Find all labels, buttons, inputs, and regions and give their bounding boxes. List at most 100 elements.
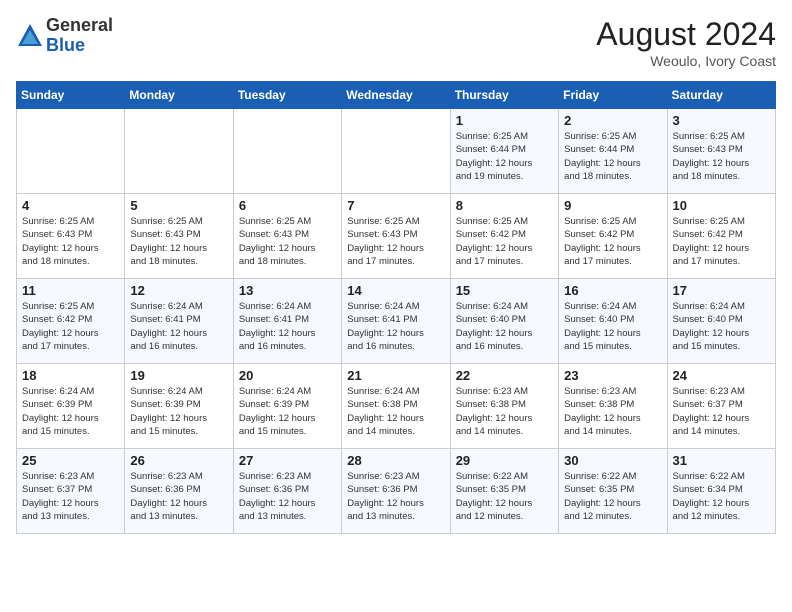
calendar-cell: 8 Sunrise: 6:25 AM Sunset: 6:42 PM Daylig… [450, 194, 558, 279]
day-info: Sunrise: 6:25 AM Sunset: 6:43 PM Dayligh… [130, 215, 227, 268]
calendar-cell: 2 Sunrise: 6:25 AM Sunset: 6:44 PM Daylig… [559, 109, 667, 194]
day-number: 3 [673, 113, 770, 128]
calendar-cell: 1Sunrise: 6:25 AM Sunset: 6:44 PM Daylig… [450, 109, 558, 194]
day-info: Sunrise: 6:23 AM Sunset: 6:38 PM Dayligh… [564, 385, 661, 438]
day-number: 28 [347, 453, 444, 468]
day-number: 15 [456, 283, 553, 298]
calendar-cell: 22Sunrise: 6:23 AM Sunset: 6:38 PM Dayli… [450, 364, 558, 449]
calendar-cell: 10Sunrise: 6:25 AM Sunset: 6:42 PM Dayli… [667, 194, 775, 279]
day-info: Sunrise: 6:24 AM Sunset: 6:41 PM Dayligh… [347, 300, 444, 353]
calendar-cell: 30Sunrise: 6:22 AM Sunset: 6:35 PM Dayli… [559, 449, 667, 534]
header-wednesday: Wednesday [342, 82, 450, 109]
day-info: Sunrise: 6:25 AM Sunset: 6:43 PM Dayligh… [22, 215, 119, 268]
day-info: Sunrise: 6:24 AM Sunset: 6:40 PM Dayligh… [456, 300, 553, 353]
calendar-cell: 17 Sunrise: 6:24 AM Sunset: 6:40 PM Dayli… [667, 279, 775, 364]
calendar-header-row: SundayMondayTuesdayWednesdayThursdayFrid… [17, 82, 776, 109]
logo-text: General Blue [46, 16, 113, 56]
day-number: 16 [564, 283, 661, 298]
calendar-cell: 19 Sunrise: 6:24 AM Sunset: 6:39 PM Dayli… [125, 364, 233, 449]
day-number: 25 [22, 453, 119, 468]
day-number: 19 [130, 368, 227, 383]
day-info: Sunrise: 6:25 AM Sunset: 6:42 PM Dayligh… [22, 300, 119, 353]
day-number: 9 [564, 198, 661, 213]
day-info: Sunrise: 6:25 AM Sunset: 6:44 PM Dayligh… [564, 130, 661, 183]
day-number: 30 [564, 453, 661, 468]
calendar-cell: 28 Sunrise: 6:23 AM Sunset: 6:36 PM Dayli… [342, 449, 450, 534]
header-monday: Monday [125, 82, 233, 109]
calendar-cell: 31Sunrise: 6:22 AM Sunset: 6:34 PM Dayli… [667, 449, 775, 534]
week-row-2: 4 Sunrise: 6:25 AM Sunset: 6:43 PM Daylig… [17, 194, 776, 279]
day-info: Sunrise: 6:23 AM Sunset: 6:36 PM Dayligh… [347, 470, 444, 523]
day-number: 11 [22, 283, 119, 298]
calendar-cell: 13Sunrise: 6:24 AM Sunset: 6:41 PM Dayli… [233, 279, 341, 364]
day-info: Sunrise: 6:23 AM Sunset: 6:38 PM Dayligh… [456, 385, 553, 438]
header-tuesday: Tuesday [233, 82, 341, 109]
week-row-4: 18 Sunrise: 6:24 AM Sunset: 6:39 PM Dayli… [17, 364, 776, 449]
calendar-cell: 7 Sunrise: 6:25 AM Sunset: 6:43 PM Daylig… [342, 194, 450, 279]
week-row-3: 11 Sunrise: 6:25 AM Sunset: 6:42 PM Dayli… [17, 279, 776, 364]
calendar-cell: 12Sunrise: 6:24 AM Sunset: 6:41 PM Dayli… [125, 279, 233, 364]
calendar-cell: 5 Sunrise: 6:25 AM Sunset: 6:43 PM Daylig… [125, 194, 233, 279]
logo-general: General [46, 16, 113, 36]
day-info: Sunrise: 6:25 AM Sunset: 6:43 PM Dayligh… [239, 215, 336, 268]
day-info: Sunrise: 6:24 AM Sunset: 6:39 PM Dayligh… [239, 385, 336, 438]
day-number: 23 [564, 368, 661, 383]
calendar-cell [17, 109, 125, 194]
calendar-cell [342, 109, 450, 194]
calendar-cell: 15 Sunrise: 6:24 AM Sunset: 6:40 PM Dayli… [450, 279, 558, 364]
calendar-cell: 26Sunrise: 6:23 AM Sunset: 6:36 PM Dayli… [125, 449, 233, 534]
calendar-cell: 3Sunrise: 6:25 AM Sunset: 6:43 PM Daylig… [667, 109, 775, 194]
calendar-table: SundayMondayTuesdayWednesdayThursdayFrid… [16, 81, 776, 534]
day-info: Sunrise: 6:24 AM Sunset: 6:40 PM Dayligh… [673, 300, 770, 353]
calendar-cell: 23 Sunrise: 6:23 AM Sunset: 6:38 PM Dayli… [559, 364, 667, 449]
day-info: Sunrise: 6:24 AM Sunset: 6:39 PM Dayligh… [130, 385, 227, 438]
day-info: Sunrise: 6:25 AM Sunset: 6:44 PM Dayligh… [456, 130, 553, 183]
calendar-cell: 6 Sunrise: 6:25 AM Sunset: 6:43 PM Daylig… [233, 194, 341, 279]
day-info: Sunrise: 6:24 AM Sunset: 6:38 PM Dayligh… [347, 385, 444, 438]
header-saturday: Saturday [667, 82, 775, 109]
day-number: 7 [347, 198, 444, 213]
logo-icon [16, 22, 44, 50]
day-number: 18 [22, 368, 119, 383]
calendar-cell: 4 Sunrise: 6:25 AM Sunset: 6:43 PM Daylig… [17, 194, 125, 279]
day-info: Sunrise: 6:22 AM Sunset: 6:35 PM Dayligh… [456, 470, 553, 523]
calendar-cell: 29 Sunrise: 6:22 AM Sunset: 6:35 PM Dayli… [450, 449, 558, 534]
day-info: Sunrise: 6:25 AM Sunset: 6:42 PM Dayligh… [456, 215, 553, 268]
header-sunday: Sunday [17, 82, 125, 109]
day-info: Sunrise: 6:24 AM Sunset: 6:40 PM Dayligh… [564, 300, 661, 353]
calendar-cell: 9 Sunrise: 6:25 AM Sunset: 6:42 PM Daylig… [559, 194, 667, 279]
day-number: 10 [673, 198, 770, 213]
day-number: 5 [130, 198, 227, 213]
calendar-cell: 14 Sunrise: 6:24 AM Sunset: 6:41 PM Dayli… [342, 279, 450, 364]
day-info: Sunrise: 6:23 AM Sunset: 6:37 PM Dayligh… [22, 470, 119, 523]
calendar-cell: 20 Sunrise: 6:24 AM Sunset: 6:39 PM Dayli… [233, 364, 341, 449]
day-number: 20 [239, 368, 336, 383]
day-number: 14 [347, 283, 444, 298]
day-number: 29 [456, 453, 553, 468]
day-number: 21 [347, 368, 444, 383]
day-number: 6 [239, 198, 336, 213]
month-year: August 2024 [596, 16, 776, 53]
day-number: 13 [239, 283, 336, 298]
calendar-cell: 24Sunrise: 6:23 AM Sunset: 6:37 PM Dayli… [667, 364, 775, 449]
header-thursday: Thursday [450, 82, 558, 109]
week-row-1: 1Sunrise: 6:25 AM Sunset: 6:44 PM Daylig… [17, 109, 776, 194]
day-number: 4 [22, 198, 119, 213]
page-header: General Blue August 2024 Weoulo, Ivory C… [16, 16, 776, 69]
day-number: 8 [456, 198, 553, 213]
day-number: 26 [130, 453, 227, 468]
location: Weoulo, Ivory Coast [596, 53, 776, 69]
day-info: Sunrise: 6:25 AM Sunset: 6:42 PM Dayligh… [564, 215, 661, 268]
calendar-cell: 18Sunrise: 6:24 AM Sunset: 6:39 PM Dayli… [17, 364, 125, 449]
title-block: August 2024 Weoulo, Ivory Coast [596, 16, 776, 69]
day-number: 17 [673, 283, 770, 298]
calendar-cell: 21 Sunrise: 6:24 AM Sunset: 6:38 PM Dayli… [342, 364, 450, 449]
day-number: 27 [239, 453, 336, 468]
day-number: 2 [564, 113, 661, 128]
day-info: Sunrise: 6:25 AM Sunset: 6:43 PM Dayligh… [347, 215, 444, 268]
day-info: Sunrise: 6:23 AM Sunset: 6:37 PM Dayligh… [673, 385, 770, 438]
calendar-cell: 25 Sunrise: 6:23 AM Sunset: 6:37 PM Dayli… [17, 449, 125, 534]
day-number: 12 [130, 283, 227, 298]
day-info: Sunrise: 6:23 AM Sunset: 6:36 PM Dayligh… [239, 470, 336, 523]
day-number: 31 [673, 453, 770, 468]
